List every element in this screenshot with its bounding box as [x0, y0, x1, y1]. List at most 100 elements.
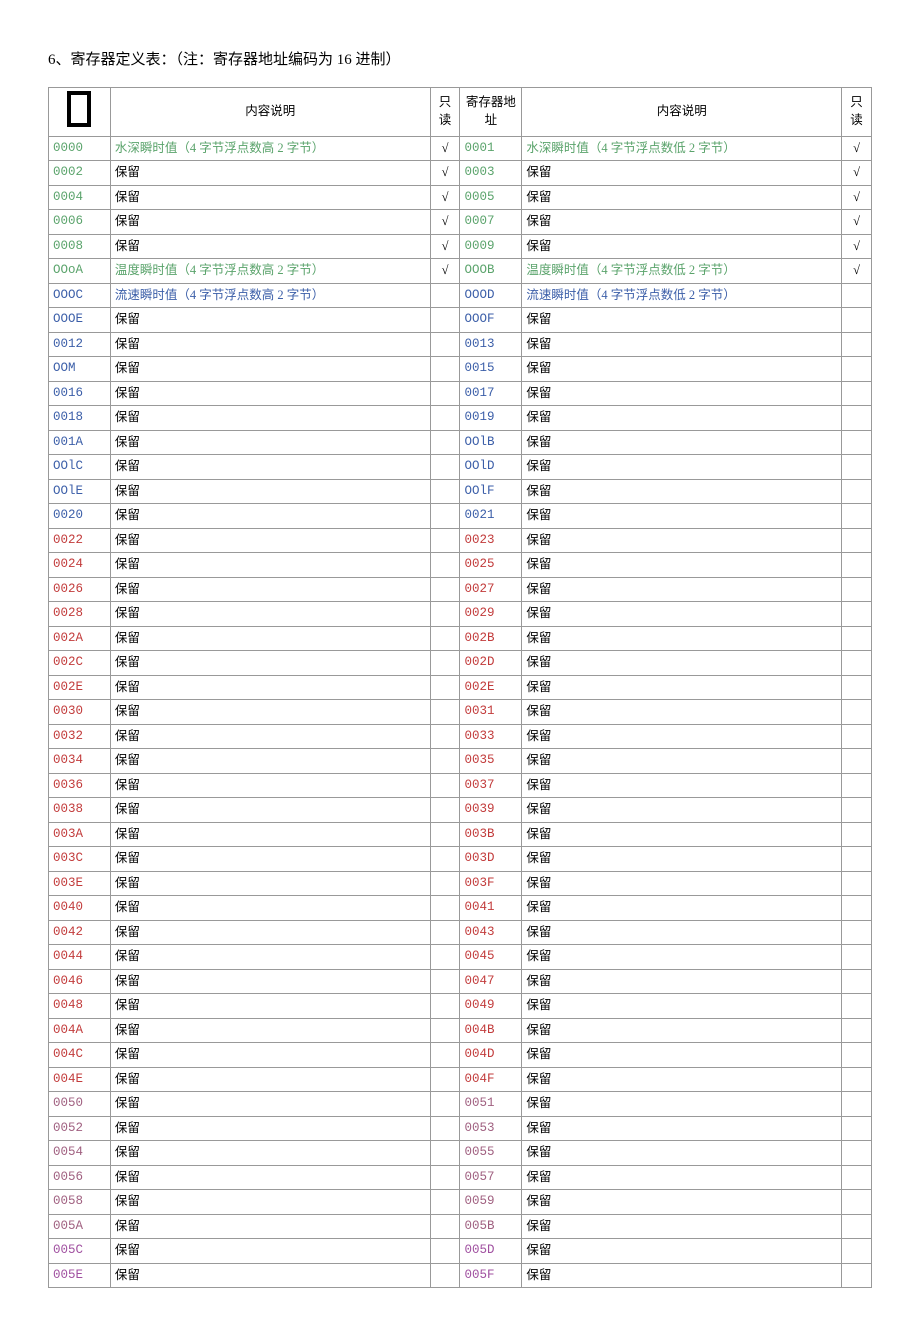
register-address: 003A	[49, 822, 111, 847]
register-address: 0051	[460, 1092, 522, 1117]
register-address: OOlD	[460, 455, 522, 480]
register-readonly: √	[430, 185, 460, 210]
register-readonly	[430, 651, 460, 676]
register-description: 保留	[110, 896, 430, 921]
register-readonly	[430, 430, 460, 455]
register-readonly	[842, 1214, 872, 1239]
register-readonly: √	[430, 136, 460, 161]
register-description: 温度瞬时值（4 字节浮点数低 2 字节）	[522, 259, 842, 284]
register-readonly: √	[842, 161, 872, 186]
register-readonly	[430, 920, 460, 945]
table-row: 003E保留003F保留	[49, 871, 872, 896]
table-row: 002A保留002B保留	[49, 626, 872, 651]
register-description: 保留	[110, 1018, 430, 1043]
register-description: 保留	[110, 504, 430, 529]
register-readonly	[842, 749, 872, 774]
register-description: 保留	[522, 1214, 842, 1239]
register-address: 0050	[49, 1092, 111, 1117]
register-readonly: √	[430, 234, 460, 259]
register-address: 0017	[460, 381, 522, 406]
table-row: OOOC流速瞬时值（4 字节浮点数高 2 字节）OOOD流速瞬时值（4 字节浮点…	[49, 283, 872, 308]
register-description: 保留	[110, 1067, 430, 1092]
register-address: 005B	[460, 1214, 522, 1239]
register-readonly	[842, 994, 872, 1019]
register-description: 保留	[522, 332, 842, 357]
table-row: 0024保留0025保留	[49, 553, 872, 578]
register-readonly	[842, 651, 872, 676]
register-description: 保留	[110, 994, 430, 1019]
register-description: 保留	[110, 773, 430, 798]
register-description: 水深瞬时值（4 字节浮点数低 2 字节）	[522, 136, 842, 161]
register-address: 005C	[49, 1239, 111, 1264]
register-readonly: √	[842, 185, 872, 210]
register-description: 保留	[522, 675, 842, 700]
register-address: 0040	[49, 896, 111, 921]
register-address: 0049	[460, 994, 522, 1019]
register-address: 003D	[460, 847, 522, 872]
register-address: 0041	[460, 896, 522, 921]
register-readonly	[430, 1165, 460, 1190]
register-description: 保留	[522, 1165, 842, 1190]
register-readonly	[842, 700, 872, 725]
register-description: 保留	[522, 724, 842, 749]
register-address: 0044	[49, 945, 111, 970]
register-description: 保留	[522, 406, 842, 431]
register-description: 保留	[110, 1092, 430, 1117]
table-row: 002C保留002D保留	[49, 651, 872, 676]
register-description: 保留	[110, 1116, 430, 1141]
register-address: 0012	[49, 332, 111, 357]
register-address: 0048	[49, 994, 111, 1019]
register-address: 0004	[49, 185, 111, 210]
page-title: 6、寄存器定义表：（注：寄存器地址编码为 16 进制）	[48, 48, 872, 69]
register-address: OOlE	[49, 479, 111, 504]
register-address: OOOC	[49, 283, 111, 308]
register-address: OOoA	[49, 259, 111, 284]
register-readonly	[430, 332, 460, 357]
table-row: 004C保留004D保留	[49, 1043, 872, 1068]
register-description: 保留	[110, 1043, 430, 1068]
register-readonly	[842, 1043, 872, 1068]
register-address: 0035	[460, 749, 522, 774]
register-address: 002C	[49, 651, 111, 676]
register-description: 保留	[522, 185, 842, 210]
register-description: 保留	[110, 822, 430, 847]
register-address: 005E	[49, 1263, 111, 1288]
register-readonly	[842, 504, 872, 529]
register-readonly	[842, 945, 872, 970]
register-readonly: √	[430, 259, 460, 284]
register-description: 保留	[110, 847, 430, 872]
register-readonly	[842, 528, 872, 553]
register-readonly	[842, 847, 872, 872]
register-readonly	[842, 406, 872, 431]
register-readonly	[842, 283, 872, 308]
register-description: 保留	[522, 896, 842, 921]
register-readonly	[430, 455, 460, 480]
register-description: 保留	[110, 161, 430, 186]
register-address: 0003	[460, 161, 522, 186]
register-description: 保留	[522, 994, 842, 1019]
table-row: 0006保留√0007保留√	[49, 210, 872, 235]
register-address: 004C	[49, 1043, 111, 1068]
register-readonly	[430, 1263, 460, 1288]
register-address: 003B	[460, 822, 522, 847]
register-readonly	[842, 1018, 872, 1043]
register-readonly	[430, 553, 460, 578]
table-row: 004E保留004F保留	[49, 1067, 872, 1092]
register-address: OOOB	[460, 259, 522, 284]
register-address: 0006	[49, 210, 111, 235]
header-desc-1: 内容说明	[110, 88, 430, 137]
register-readonly	[430, 626, 460, 651]
register-description: 保留	[522, 1141, 842, 1166]
register-readonly	[842, 920, 872, 945]
register-description: 保留	[110, 1165, 430, 1190]
register-address: 004E	[49, 1067, 111, 1092]
register-readonly	[430, 504, 460, 529]
register-address: 0009	[460, 234, 522, 259]
table-row: 0048保留0049保留	[49, 994, 872, 1019]
table-row: OOlE保留OOlF保留	[49, 479, 872, 504]
register-description: 保留	[522, 528, 842, 553]
register-address: 0052	[49, 1116, 111, 1141]
register-address: 0055	[460, 1141, 522, 1166]
register-readonly	[842, 1141, 872, 1166]
register-readonly	[842, 822, 872, 847]
